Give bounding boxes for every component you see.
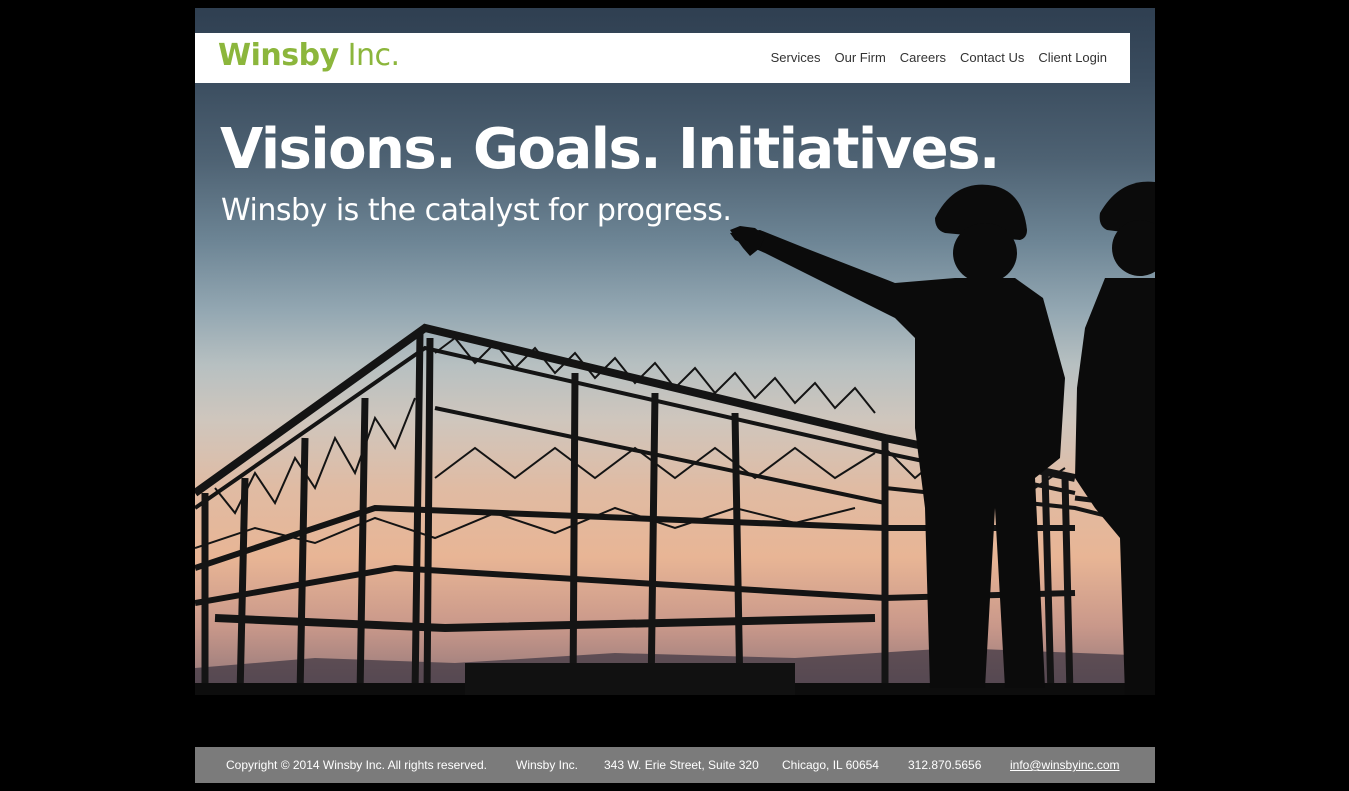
- site-header: Winsby Inc. Services Our Firm Careers Co…: [195, 33, 1130, 83]
- hero-headline: Visions. Goals. Initiatives.: [220, 117, 1000, 182]
- footer-phone: 312.870.5656: [908, 758, 982, 772]
- main-nav: Services Our Firm Careers Contact Us Cli…: [771, 50, 1107, 65]
- nav-services[interactable]: Services: [771, 50, 821, 65]
- site-footer: Copyright © 2014 Winsby Inc. All rights …: [195, 747, 1155, 783]
- footer-email-link[interactable]: info@winsbyinc.com: [1010, 758, 1120, 772]
- footer-copyright: Copyright © 2014 Winsby Inc. All rights …: [226, 758, 487, 772]
- nav-our-firm[interactable]: Our Firm: [835, 50, 886, 65]
- logo-suffix: Inc.: [338, 38, 400, 73]
- nav-contact-us[interactable]: Contact Us: [960, 50, 1024, 65]
- hero-banner: [195, 8, 1155, 695]
- footer-city: Chicago, IL 60654: [782, 758, 879, 772]
- hero-image-construction-silhouette: [195, 181, 1155, 695]
- logo[interactable]: Winsby Inc.: [218, 38, 400, 73]
- logo-wordmark: Winsby: [218, 38, 339, 73]
- nav-client-login[interactable]: Client Login: [1038, 50, 1107, 65]
- footer-company: Winsby Inc.: [516, 758, 579, 772]
- nav-careers[interactable]: Careers: [900, 50, 946, 65]
- footer-address: 343 W. Erie Street, Suite 320: [604, 758, 759, 772]
- hero-subhead: Winsby is the catalyst for progress.: [221, 193, 732, 228]
